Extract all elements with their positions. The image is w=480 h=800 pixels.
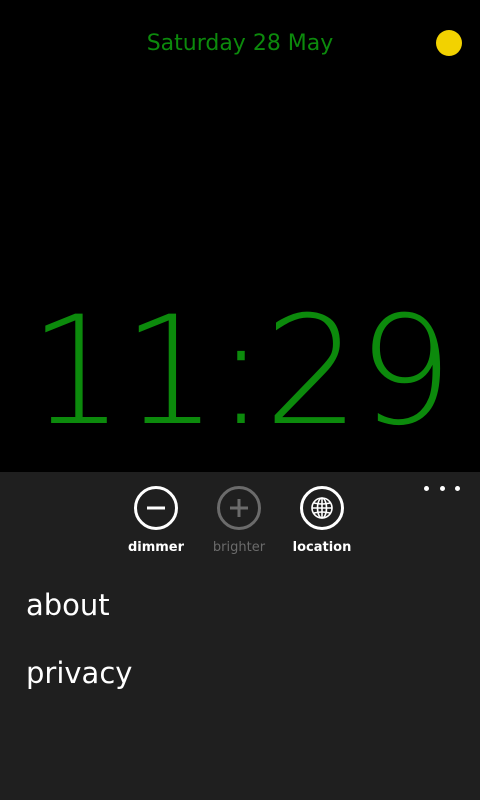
- location-label: location: [292, 540, 352, 555]
- minus-circle-icon: [134, 486, 178, 530]
- menu-item-about[interactable]: about: [26, 586, 110, 624]
- clock-display: Saturday 28 May 11:29: [0, 0, 480, 472]
- status-dot-icon: [436, 30, 462, 56]
- time-label: 11:29: [28, 285, 453, 459]
- dot-icon: [439, 485, 445, 491]
- brighter-button[interactable]: brighter: [199, 486, 279, 562]
- dot-icon: [455, 485, 460, 491]
- location-button[interactable]: location: [282, 486, 362, 562]
- brighter-label: brighter: [212, 540, 266, 555]
- more-options-icon[interactable]: [424, 480, 460, 496]
- globe-icon: [300, 486, 344, 530]
- plus-circle-icon: [217, 486, 261, 530]
- dimmer-label: dimmer: [127, 540, 185, 555]
- menu-item-privacy[interactable]: privacy: [26, 654, 132, 692]
- dimmer-button[interactable]: dimmer: [116, 486, 196, 562]
- date-label: Saturday 28 May: [146, 31, 334, 56]
- dot-icon: [424, 485, 429, 491]
- app-bar: dimmer brighter location about privacy: [0, 472, 480, 800]
